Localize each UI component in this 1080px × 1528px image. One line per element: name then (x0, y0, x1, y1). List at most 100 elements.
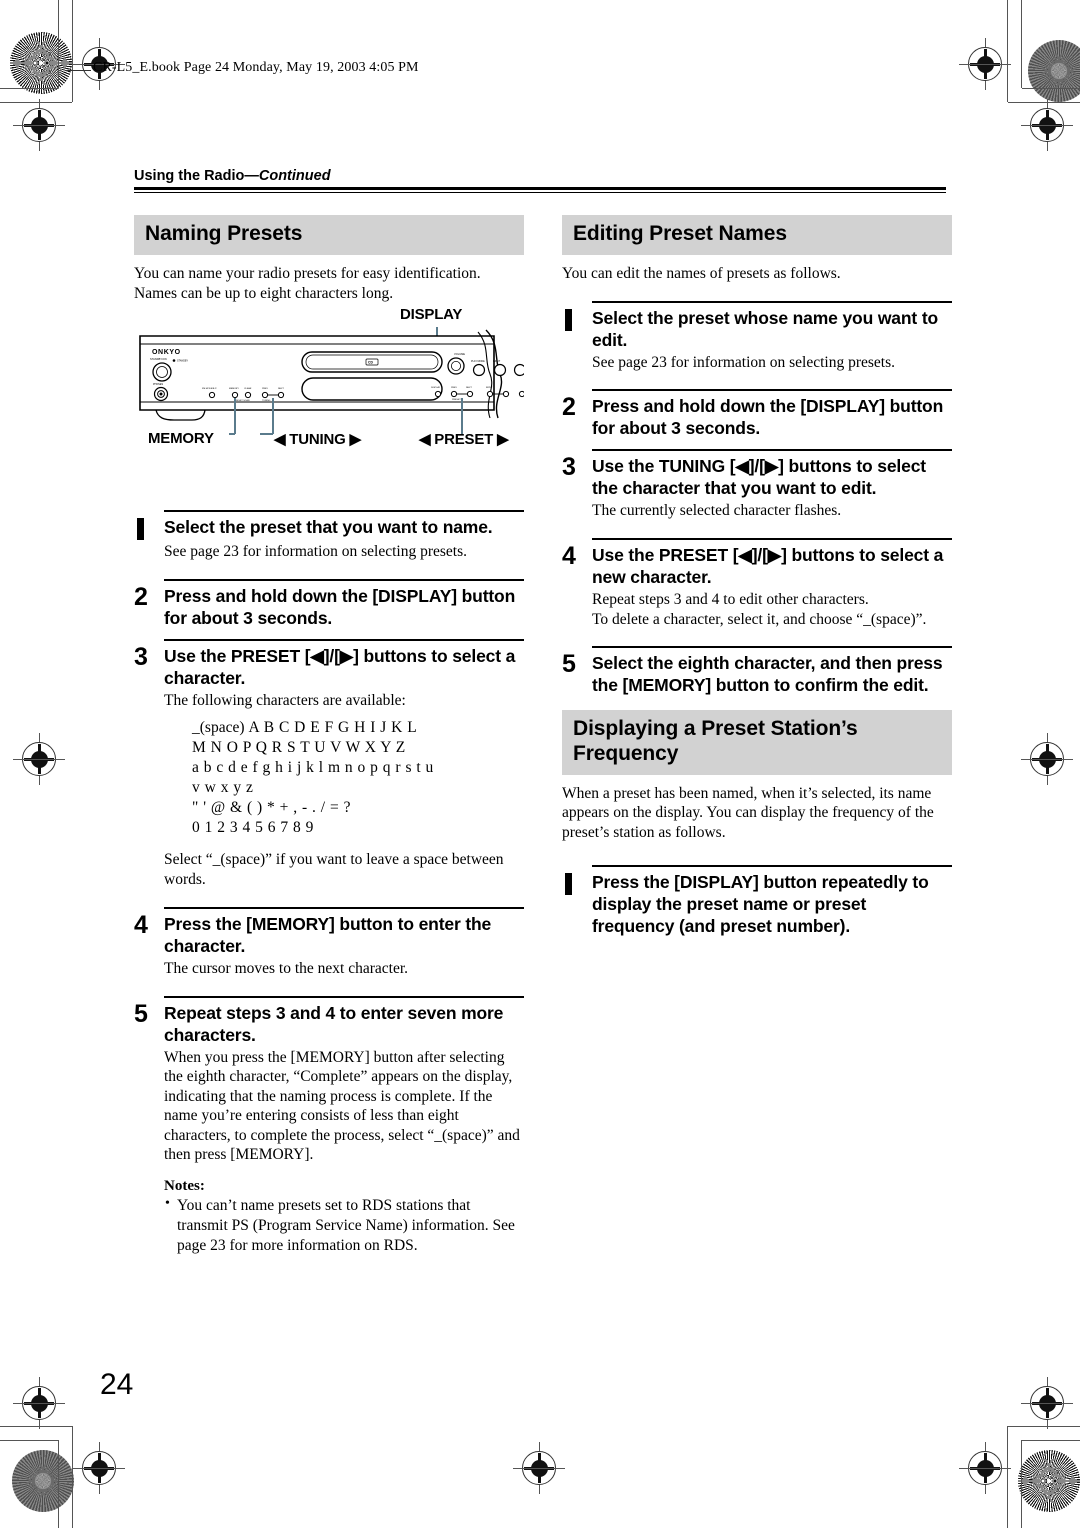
function-knob-2-label: INPUT (493, 360, 501, 363)
crop-mark-top-right-outer (1022, 88, 1080, 89)
power-label: STANDBY/ON (150, 357, 167, 361)
volume-knob-inner (450, 361, 461, 372)
running-head-rule-thick (134, 187, 946, 190)
step-number: 5 (134, 999, 148, 1028)
book-file-header: CR-L5_E.book Page 24 Monday, May 19, 200… (65, 60, 419, 76)
step-rule (592, 537, 952, 540)
memory-button (231, 391, 239, 399)
crop-mark-bottom-right-outer (1022, 1440, 1080, 1441)
step-heading: Select the eighth character, and then pr… (592, 653, 943, 696)
registration-mark-mid-left (13, 733, 65, 785)
cd-logo-text: CD (368, 361, 373, 365)
step-body: Repeat steps 3 and 4 to edit other chara… (592, 590, 952, 629)
step-rule (164, 907, 524, 910)
step-number: 2 (562, 393, 576, 422)
step-number (562, 871, 592, 895)
step-body-line: The following characters are available: (164, 692, 406, 710)
step-right-3: 3 Use the TUNING [◀]/[▶] buttons to sele… (562, 449, 952, 521)
running-head-rule-thin (134, 191, 946, 193)
step-left-4: 4 Press the [MEMORY] button to enter the… (134, 907, 524, 979)
fm-mode-button (208, 391, 216, 399)
registration-mark-lower-left (13, 1377, 65, 1429)
step-rule (164, 578, 524, 581)
print-starburst-target-topleft (10, 32, 72, 94)
step-number: 2 (134, 582, 148, 611)
character-list-line: 0 1 2 3 4 5 6 7 8 9 (192, 819, 314, 837)
step-rule (592, 389, 952, 392)
available-character-list: _(space) A B C D E F G H I J K L M N O P… (192, 718, 524, 839)
print-halftone-target-bottomleft (12, 1450, 74, 1512)
step-rule (592, 449, 952, 452)
crop-mark-bottom-right-inner (1008, 1426, 1080, 1427)
character-list-line: _(space) A B C D E F G H I J K L (192, 718, 417, 736)
section-title-naming-presets: Naming Presets (134, 215, 524, 255)
step-rule (592, 865, 952, 868)
registration-mark-top-right (959, 38, 1011, 90)
step-rule (592, 646, 952, 649)
print-starburst-target-bottomright (1018, 1450, 1080, 1512)
notes-list: You can’t name presets set to RDS statio… (164, 1195, 524, 1255)
step-heading: Press the [DISPLAY] button repeatedly to… (592, 872, 929, 937)
print-halftone-target-topright (1028, 40, 1080, 102)
crop-mark-top-right-inner-v (1007, 0, 1008, 102)
input-up-button (502, 390, 510, 398)
step-heading: Select the preset that you want to name. (164, 517, 493, 538)
preset-up-button (466, 390, 474, 398)
step-right-freq-1: Press the [DISPLAY] button repeatedly to… (562, 865, 952, 937)
registration-mark-bottom-center (513, 1442, 565, 1494)
registration-mark-bottom-left (73, 1442, 125, 1494)
step-right-2: 2 Press and hold down the [DISPLAY] butt… (562, 389, 952, 439)
step-rule (164, 995, 524, 998)
tuning-up-label: NEXT (278, 388, 284, 390)
step-right-5: 5 Select the eighth character, and then … (562, 646, 952, 696)
step-heading: Repeat steps 3 and 4 to enter seven more… (164, 1002, 504, 1045)
function-knob-3 (513, 363, 527, 377)
step-rule (164, 510, 524, 513)
function-knob-2 (493, 363, 507, 377)
memory-button-label: MEMORY (229, 388, 239, 390)
displaying-frequency-intro: When a preset has been named, when it’s … (562, 784, 934, 842)
tuning-up-button (277, 391, 285, 399)
step-body-line: The currently selected character flashes… (592, 502, 842, 520)
step-body: The cursor moves to the next character. (164, 959, 524, 979)
cd-receiver-front-panel-figure: ONKYO STANDBY/ON STANDBY PHONES FM MODE/… (134, 300, 527, 460)
running-head-italic: Continued (258, 168, 331, 184)
step-rule (592, 300, 952, 303)
step-body: See page 23 for information on selecting… (164, 542, 524, 562)
step-body-line: See page 23 for information on selecting… (592, 353, 896, 371)
step-heading: Press and hold down the [DISPLAY] button… (164, 585, 516, 628)
notes-label: Notes: (164, 1177, 205, 1194)
standby-led-label: STANDBY (177, 360, 189, 363)
step-heading: Use the PRESET [◀]/[▶] buttons to select… (164, 646, 516, 689)
display-window (301, 377, 443, 401)
space-character-note: Select “_(space)” if you want to leave a… (164, 851, 504, 889)
chassis-foot (155, 409, 206, 421)
note-item: You can’t name presets set to RDS statio… (164, 1195, 524, 1255)
running-head: Using the Radio—Continued (134, 168, 946, 193)
step-heading: Press and hold down the [DISPLAY] button… (592, 396, 944, 439)
step-body: When you press the [MEMORY] button after… (164, 1048, 524, 1165)
crop-mark-bottom-left-inner-v (72, 1426, 73, 1528)
step-body-line: To delete a character, select it, and ch… (592, 610, 927, 628)
step-left-5: 5 Repeat steps 3 and 4 to enter seven mo… (134, 995, 524, 1256)
figure-label-memory: MEMORY (148, 430, 214, 447)
step-left-1: Select the preset that you want to name.… (134, 510, 524, 562)
display-button (434, 390, 442, 398)
step-left-3: 3 Use the PRESET [◀]/[▶] buttons to sele… (134, 639, 524, 890)
step-right-1: Select the preset whose name you want to… (562, 300, 952, 373)
preset-down-button (450, 390, 458, 398)
preset-up-label: NEXT (466, 387, 472, 389)
section-title-displaying-preset-frequency: Displaying a Preset Station’s Frequency (562, 710, 952, 775)
registration-mark-mid-right (1021, 733, 1073, 785)
running-head-bold: Using the Radio (134, 168, 245, 184)
step-right-4: 4 Use the PRESET [◀]/[▶] buttons to sele… (562, 537, 952, 629)
display-button-label: DISPLAY (431, 386, 441, 389)
step-number: 3 (134, 643, 148, 672)
step-left-2: 2 Press and hold down the [DISPLAY] butt… (134, 578, 524, 629)
right-column: Editing Preset Names You can edit the na… (562, 215, 952, 937)
step-heading: Select the preset whose name you want to… (592, 307, 939, 350)
crop-mark-bottom-left-outer-v (58, 1440, 59, 1528)
power-knob-inner (156, 366, 168, 378)
input-down-button (486, 390, 494, 398)
